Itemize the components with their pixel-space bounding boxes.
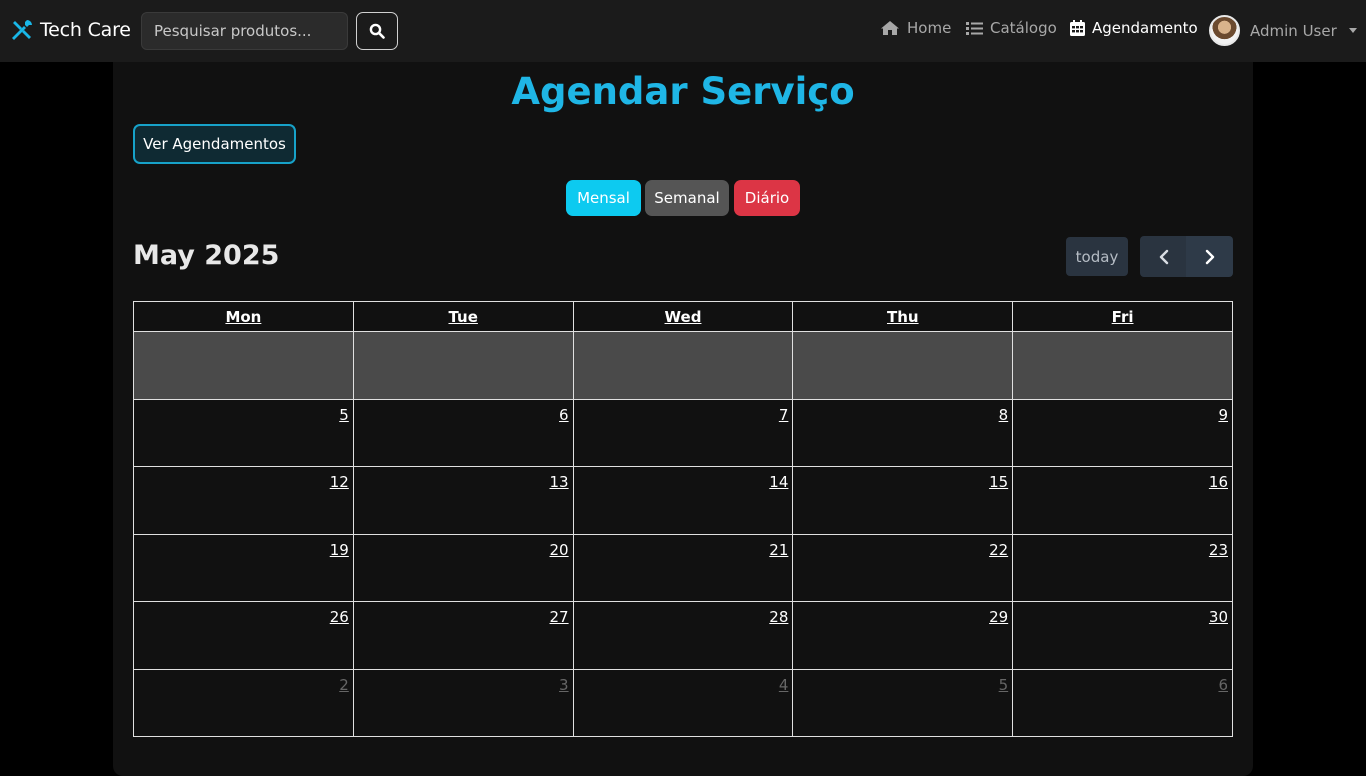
day-cell[interactable]: 3 [352, 668, 574, 737]
weekday-header[interactable]: Mon [133, 301, 354, 332]
user-name: Admin User [1250, 21, 1337, 40]
day-number[interactable]: 5 [999, 676, 1009, 694]
search-button[interactable] [356, 12, 398, 50]
day-number[interactable]: 26 [330, 608, 349, 626]
nav-catalogo[interactable]: Catálogo [966, 19, 1057, 37]
day-number[interactable]: 27 [550, 608, 569, 626]
day-cell[interactable]: 6 [352, 398, 574, 467]
view-diario-button[interactable]: Diário [734, 180, 800, 216]
tools-icon [12, 20, 32, 40]
day-cell[interactable]: 19 [133, 533, 354, 602]
nav-catalogo-label: Catálogo [990, 19, 1057, 37]
user-menu[interactable]: Admin User [1209, 15, 1357, 46]
day-cell[interactable]: 15 [792, 466, 1014, 535]
next-month-button[interactable] [1186, 236, 1233, 277]
day-number[interactable]: 14 [769, 473, 788, 491]
day-cell[interactable]: 5 [792, 668, 1014, 737]
home-icon [881, 21, 899, 35]
day-cell[interactable]: 6 [1012, 668, 1233, 737]
top-navbar: Tech Care Home Catálogo Agendamento [0, 0, 1366, 62]
day-number[interactable]: 15 [989, 473, 1008, 491]
day-cell[interactable]: 29 [792, 601, 1014, 670]
day-cell[interactable] [1012, 331, 1233, 400]
page-title: Agendar Serviço [511, 70, 855, 113]
day-cell[interactable]: 23 [1012, 533, 1233, 602]
calendar-title: May 2025 [133, 240, 280, 271]
day-number[interactable]: 23 [1209, 541, 1228, 559]
day-cell[interactable]: 26 [133, 601, 354, 670]
brand-name: Tech Care [40, 19, 131, 41]
chevron-down-icon [1348, 28, 1357, 33]
prev-month-button[interactable] [1140, 236, 1187, 277]
day-cell[interactable]: 5 [133, 398, 354, 467]
day-cell[interactable]: 28 [572, 601, 794, 670]
day-cell[interactable]: 30 [1012, 601, 1233, 670]
day-cell[interactable] [792, 331, 1014, 400]
day-number[interactable]: 20 [550, 541, 569, 559]
day-number[interactable]: 2 [339, 676, 349, 694]
day-cell[interactable]: 4 [572, 668, 794, 737]
view-mensal-button[interactable]: Mensal [566, 180, 641, 216]
day-cell[interactable]: 13 [352, 466, 574, 535]
week-row: 2 3 4 5 6 [133, 668, 1233, 737]
view-semanal-button[interactable]: Semanal [645, 180, 729, 216]
day-number[interactable]: 12 [330, 473, 349, 491]
day-cell[interactable]: 7 [572, 398, 794, 467]
day-number[interactable]: 13 [550, 473, 569, 491]
week-row: 26 27 28 29 30 [133, 601, 1233, 670]
day-cell[interactable]: 16 [1012, 466, 1233, 535]
day-number[interactable]: 9 [1218, 406, 1228, 424]
day-cell[interactable]: 22 [792, 533, 1014, 602]
day-number[interactable]: 29 [989, 608, 1008, 626]
nav-agendamento-label: Agendamento [1092, 19, 1198, 37]
day-cell[interactable]: 2 [133, 668, 354, 737]
weekday-header-row: Mon Tue Wed Thu Fri [133, 301, 1233, 332]
brand[interactable]: Tech Care [10, 18, 131, 42]
avatar [1209, 15, 1240, 46]
week-row: 19 20 21 22 23 [133, 533, 1233, 602]
weekday-header[interactable]: Thu [792, 301, 1014, 332]
day-cell[interactable]: 14 [572, 466, 794, 535]
day-cell[interactable]: 20 [352, 533, 574, 602]
day-cell[interactable]: 12 [133, 466, 354, 535]
nav-home-label: Home [907, 19, 952, 37]
ver-agendamentos-button[interactable]: Ver Agendamentos [133, 124, 296, 164]
nav-agendamento[interactable]: Agendamento [1070, 19, 1198, 37]
nav-home[interactable]: Home [880, 19, 951, 37]
week-row [133, 331, 1233, 400]
calendar-grid: Mon Tue Wed Thu Fri 5 6 7 8 9 12 13 14 1… [133, 301, 1233, 737]
today-button[interactable]: today [1066, 237, 1128, 276]
day-cell[interactable]: 9 [1012, 398, 1233, 467]
list-icon [966, 21, 983, 35]
day-number[interactable]: 28 [769, 608, 788, 626]
search-icon [369, 23, 385, 39]
day-number[interactable]: 8 [999, 406, 1009, 424]
day-number[interactable]: 19 [330, 541, 349, 559]
day-number[interactable]: 5 [339, 406, 349, 424]
day-number[interactable]: 3 [559, 676, 569, 694]
day-cell[interactable]: 27 [352, 601, 574, 670]
day-number[interactable]: 16 [1209, 473, 1228, 491]
calendar-icon [1070, 20, 1085, 36]
day-number[interactable]: 6 [559, 406, 569, 424]
weekday-header[interactable]: Tue [352, 301, 574, 332]
day-number[interactable]: 7 [779, 406, 789, 424]
week-row: 5 6 7 8 9 [133, 398, 1233, 467]
day-cell[interactable]: 21 [572, 533, 794, 602]
day-number[interactable]: 4 [779, 676, 789, 694]
chevron-left-icon [1159, 249, 1168, 264]
search-input[interactable] [141, 12, 348, 50]
day-cell[interactable] [133, 331, 354, 400]
day-number[interactable]: 21 [769, 541, 788, 559]
chevron-right-icon [1205, 249, 1214, 264]
weekday-header[interactable]: Wed [572, 301, 794, 332]
weekday-header[interactable]: Fri [1012, 301, 1233, 332]
day-cell[interactable] [572, 331, 794, 400]
day-cell[interactable]: 8 [792, 398, 1014, 467]
day-number[interactable]: 30 [1209, 608, 1228, 626]
week-row: 12 13 14 15 16 [133, 466, 1233, 535]
day-number[interactable]: 22 [989, 541, 1008, 559]
day-cell[interactable] [352, 331, 574, 400]
day-number[interactable]: 6 [1218, 676, 1228, 694]
